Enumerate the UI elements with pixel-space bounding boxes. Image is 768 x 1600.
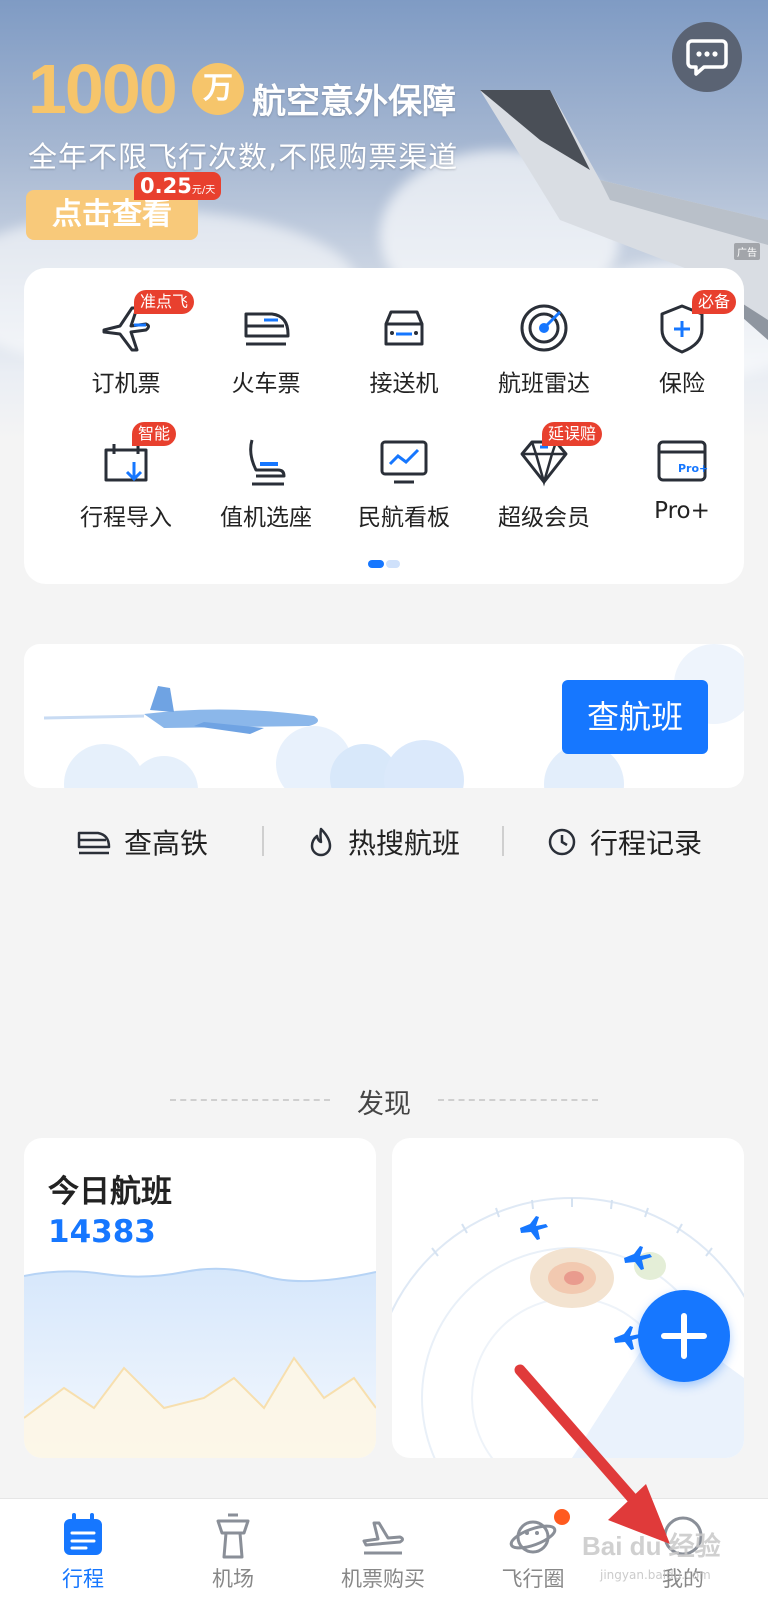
price-value: 0.25 [140,174,192,198]
control-tower-icon [216,1513,250,1559]
tag-badge: 准点飞 [134,290,195,314]
quick-link-label: 行程记录 [590,827,703,860]
service-label: 值机选座 [220,505,312,531]
train-icon [244,312,290,346]
service-label: 行程导入 [80,505,172,531]
seat-icon [249,439,286,486]
service-super-member[interactable]: 超级会员 延误赔 [474,422,614,546]
svg-text:Pro+: Pro+ [678,462,708,475]
flights-trend-graphic [24,1267,376,1458]
search-flight-button[interactable]: 查航班 [562,680,708,754]
service-label: Pro+ [654,498,710,524]
pro-card-icon: Pro+ [657,440,708,482]
service-checkin-seat[interactable]: 值机选座 [196,426,336,546]
banner-amount: 1000 [28,50,178,128]
quick-link-label: 查高铁 [124,827,209,860]
high-speed-rail-icon [77,831,111,855]
plus-icon [661,1313,707,1359]
notification-dot [554,1509,570,1525]
service-book-flight[interactable]: 订机票 准点飞 [56,290,196,412]
banner-title: 航空意外保障 [252,82,456,122]
nav-label: 飞行圈 [501,1567,565,1591]
tag-badge: 延误赔 [542,422,603,446]
page-dot-active [368,560,384,568]
nav-label: 机场 [212,1567,254,1591]
chat-bubble-icon [686,39,728,76]
discover-title: 发现 [357,1089,411,1120]
service-insurance[interactable]: 保险 必备 [612,290,752,412]
today-flights-card[interactable]: 今日航班 14383 [24,1138,376,1458]
service-airport-transfer[interactable]: 接送机 [334,292,474,412]
nav-tab-buy-ticket[interactable]: 机票购买 [308,1499,458,1600]
price-unit: 元/天 [191,185,216,196]
price-tag: 0.25元/天 [134,172,222,200]
plane-ticket-icon [362,1521,404,1555]
service-grid: 订机票 准点飞 火车票 接送机 航班雷达 保险 必备 行程导入 智能 值机选座 … [24,268,744,584]
banner-unit-badge: 万 [192,63,244,115]
clock-icon [548,828,576,856]
tag-badge: 必备 [692,290,737,314]
service-label: 民航看板 [358,505,450,531]
flame-icon [310,827,332,857]
service-trip-import[interactable]: 行程导入 智能 [56,422,196,546]
nav-label: 机票购买 [341,1567,425,1591]
service-label: 保险 [659,371,705,397]
quick-link-hot-flights[interactable]: 热搜航班 [306,820,460,864]
nav-label: 行程 [62,1567,104,1591]
watermark: Bai du 经验 [582,1531,721,1561]
ad-label: 广告 [734,243,760,260]
car-icon [384,310,424,346]
service-aviation-dashboard[interactable]: 民航看板 [334,426,474,546]
nav-tab-airport[interactable]: 机场 [158,1499,308,1600]
dashboard-icon [380,440,428,484]
service-train-ticket[interactable]: 火车票 [196,292,336,412]
service-label: 订机票 [91,371,161,397]
radar-icon [520,304,568,352]
quick-link-rail[interactable]: 查高铁 [76,820,208,864]
today-flights-label: 今日航班 [48,1174,172,1210]
divider-right [438,1099,598,1101]
planet-icon [509,1520,557,1554]
today-flights-count: 14383 [48,1214,156,1250]
divider [502,826,504,856]
quick-link-trip-history[interactable]: 行程记录 [546,820,702,864]
quick-link-label: 热搜航班 [348,827,461,860]
message-button[interactable] [672,22,742,92]
service-label: 火车票 [231,371,301,397]
flight-search-card[interactable]: 查航班 [24,644,744,788]
add-fab-button[interactable] [638,1290,730,1382]
service-label: 航班雷达 [498,371,590,397]
service-label: 接送机 [369,371,439,397]
page-indicator [368,560,400,568]
tag-badge: 智能 [132,422,177,446]
banner-subtitle: 全年不限飞行次数,不限购票渠道 [28,140,459,174]
divider [262,826,264,856]
service-pro-plus[interactable]: Pro+ Pro+ [612,426,752,546]
calendar-list-icon [64,1513,102,1555]
service-label: 超级会员 [498,505,590,531]
service-flight-radar[interactable]: 航班雷达 [474,292,614,412]
watermark-url: jingyan.baidu.com [600,1568,711,1582]
nav-tab-itinerary[interactable]: 行程 [8,1499,158,1600]
page-dot[interactable] [386,560,400,568]
